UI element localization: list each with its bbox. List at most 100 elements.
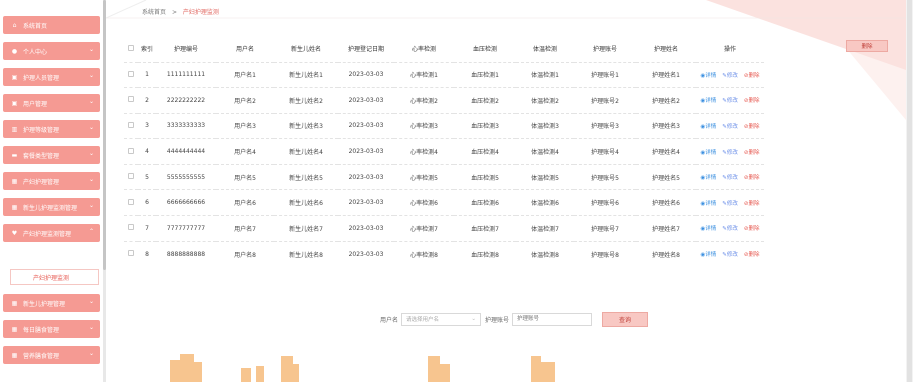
sidebar-item-home[interactable]: ⌂ 系统首页	[3, 16, 100, 34]
view-button[interactable]: ◉详情	[700, 150, 716, 156]
delete-row-button[interactable]: ⊘删除	[744, 201, 760, 207]
delete-row-button[interactable]: ⊘删除	[744, 175, 760, 181]
username-label: 用户名	[380, 316, 399, 324]
view-button[interactable]: ◉详情	[700, 98, 716, 104]
sidebar-item-package-type[interactable]: ▬ 套餐类型管理 ⌄	[3, 146, 100, 164]
table-cell: 护理姓名2	[636, 87, 696, 114]
sidebar-item-maternal-monitor[interactable]: ♥ 产妇护理监测管理 ⌃	[3, 224, 100, 242]
table-row: 8 8888888888 用户名8 新生儿姓名8 2023-03-03 心率检测8 血压检测…	[124, 240, 764, 267]
package-icon: ▬	[11, 151, 18, 159]
table-cell: 心率检测5	[394, 163, 454, 190]
table-cell: 用户名5	[216, 163, 274, 190]
sidebar-item-nutrition[interactable]: ▦ 营养膳食管理 ⌄	[3, 346, 100, 364]
table-cell: 护理姓名4	[636, 138, 696, 165]
sidebar-item-care-level[interactable]: ▥ 护理等级管理 ⌄	[3, 120, 100, 138]
sidebar-item-newborn-monitor[interactable]: ▦ 新生儿护理监测管理 ⌄	[3, 198, 100, 216]
row-actions: ◉详情 ✎修改 ⊘删除	[696, 61, 764, 88]
chevron-down-icon: ⌄	[88, 124, 94, 131]
view-button[interactable]: ◉详情	[700, 124, 716, 130]
row-checkbox[interactable]	[128, 96, 134, 103]
delete-row-button[interactable]: ⊘删除	[744, 124, 760, 130]
select-all-checkbox[interactable]	[128, 44, 134, 51]
table-cell: 护理账号1	[574, 61, 636, 88]
sidebar-item-nurse-staff[interactable]: ▣ 护理人员管理 ⌄	[3, 68, 100, 86]
row-checkbox[interactable]	[128, 70, 134, 77]
delete-row-button[interactable]: ⊘删除	[744, 252, 760, 258]
table-cell: 护理账号8	[574, 240, 636, 267]
table-cell: 用户名7	[216, 215, 274, 242]
sidebar-item-personal[interactable]: ● 个人中心 ⌄	[3, 42, 100, 60]
page-scrollbar-thumb[interactable]	[907, 0, 912, 382]
edit-button[interactable]: ✎修改	[722, 175, 738, 181]
column-header[interactable]: 护理登记日期	[338, 36, 394, 62]
chevron-down-icon: ⌄	[88, 150, 94, 157]
row-checkbox[interactable]	[128, 224, 134, 231]
edit-button[interactable]: ✎修改	[722, 73, 738, 79]
table-cell: 3333333333	[156, 112, 216, 139]
edit-button[interactable]: ✎修改	[722, 98, 738, 104]
query-button[interactable]: 查询	[602, 311, 649, 327]
edit-button[interactable]: ✎修改	[722, 124, 738, 130]
sidebar-item-label: 新生儿护理管理	[23, 300, 66, 308]
username-select-placeholder: 请选择用户名	[406, 317, 440, 323]
table-cell: 用户名3	[216, 112, 274, 139]
edit-button[interactable]: ✎修改	[722, 226, 738, 232]
view-label: 详情	[705, 98, 717, 105]
row-checkbox[interactable]	[128, 173, 134, 180]
delete-row-button[interactable]: ⊘删除	[744, 98, 760, 104]
delete-button[interactable]: 删除	[846, 40, 888, 52]
table-cell: 体温检测7	[516, 215, 574, 242]
view-label: 详情	[705, 200, 717, 207]
edit-button[interactable]: ✎修改	[722, 150, 738, 156]
column-header: 护理编号	[173, 46, 198, 54]
row-checkbox[interactable]	[128, 147, 134, 154]
sidebar-item-label: 用户管理	[23, 100, 48, 108]
row-actions: ◉详情 ✎修改 ⊘删除	[696, 215, 764, 242]
table-cell: 用户名6	[216, 189, 274, 216]
table-body: 1 1111111111 用户名1 新生儿姓名1 2023-03-03 心率检测1 血压检测…	[124, 61, 764, 267]
row-checkbox[interactable]	[128, 121, 134, 128]
delete-label: 删除	[748, 175, 760, 182]
table-row: 2 2222222222 用户名2 新生儿姓名2 2023-03-03 心率检测2 血压检测…	[124, 87, 764, 114]
view-button[interactable]: ◉详情	[700, 252, 716, 258]
view-button[interactable]: ◉详情	[700, 201, 716, 207]
table-cell: 5	[138, 163, 156, 190]
table-cell: 新生儿姓名5	[274, 163, 338, 190]
column-header: 索引	[140, 46, 153, 54]
chevron-down-icon: ⌄	[88, 98, 94, 105]
delete-row-button[interactable]: ⊘删除	[744, 150, 760, 156]
breadcrumb-home[interactable]: 系统首页	[142, 9, 166, 16]
table-cell: 用户名4	[216, 138, 274, 165]
sidebar-item-newborn-care[interactable]: ▦ 新生儿护理管理 ⌄	[3, 294, 100, 312]
table-row: 1 1111111111 用户名1 新生儿姓名1 2023-03-03 心率检测1 血压检测…	[124, 61, 764, 88]
edit-button[interactable]: ✎修改	[722, 201, 738, 207]
table-cell: 2023-03-03	[338, 61, 394, 88]
grid-icon: ▦	[11, 325, 18, 333]
sidebar-subitem-maternal-monitor[interactable]: 产妇护理监测	[10, 269, 99, 285]
table-cell: 血压检测5	[454, 163, 516, 190]
table-cell: 血压检测7	[454, 215, 516, 242]
table-cell: 体温检测5	[516, 163, 574, 190]
table-cell: 体温检测4	[516, 138, 574, 165]
sidebar-item-label: 营养膳食管理	[23, 352, 60, 360]
account-input[interactable]	[512, 312, 593, 326]
delete-row-button[interactable]: ⊘删除	[744, 226, 760, 232]
delete-row-button[interactable]: ⊘删除	[744, 73, 760, 79]
view-button[interactable]: ◉详情	[700, 175, 716, 181]
row-checkbox[interactable]	[128, 198, 134, 205]
edit-button[interactable]: ✎修改	[722, 252, 738, 258]
table-cell: 血压检测6	[454, 189, 516, 216]
sidebar-item-maternal-care[interactable]: ▦ 产妇护理管理 ⌄	[3, 172, 100, 190]
row-checkbox[interactable]	[128, 250, 134, 257]
view-button[interactable]: ◉详情	[700, 226, 716, 232]
sidebar-item-daily-meal[interactable]: ▦ 每日膳食管理 ⌄	[3, 320, 100, 338]
heart-icon: ♥	[11, 229, 18, 237]
view-button[interactable]: ◉详情	[700, 73, 716, 79]
column-header: 用户名	[235, 46, 254, 54]
table-cell: 护理账号4	[574, 138, 636, 165]
sidebar-item-users[interactable]: ▣ 用户管理 ⌄	[3, 94, 100, 112]
table-cell: 护理账号3	[574, 112, 636, 139]
table-cell: 4444444444	[156, 138, 216, 165]
table-cell: 护理账号7	[574, 215, 636, 242]
username-select[interactable]: 请选择用户名 ⌄	[401, 312, 482, 326]
